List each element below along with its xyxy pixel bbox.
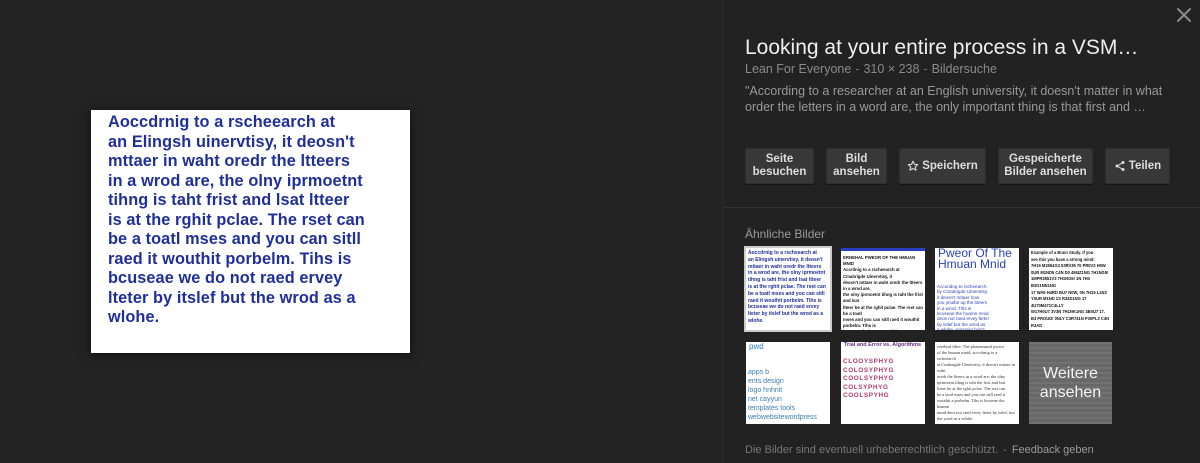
footer-separator: - [1003, 444, 1007, 456]
view-image-label: Bild ansehen [833, 153, 880, 178]
thumb-text: CLOOYSPHYG COLOSYPHYG COOLSYPHYG COLSYPH… [843, 358, 895, 399]
thumb-title: pwd [749, 342, 764, 351]
meta-separator: - [923, 62, 928, 76]
footer: Die Bilder sind eventuell urheberrechtli… [745, 444, 1094, 456]
close-button[interactable] [1174, 5, 1194, 25]
close-icon [1177, 8, 1191, 22]
copyright-notice: Die Bilder sind eventuell urheberrechtli… [745, 444, 999, 456]
thumb-text: Accoridng to rscheearch by Cmabrigde Uin… [937, 284, 990, 330]
similar-image-thumb[interactable]: cerebral fibre: The phaonmneal pweor of … [935, 342, 1019, 424]
thumb-text: cerebral fibre: The phaonmneal pweor of … [937, 344, 1015, 421]
image-description: "According to a researcher at an English… [745, 84, 1163, 114]
share-icon [1114, 160, 1126, 172]
similar-image-thumb[interactable]: pwd apps b ents design logo hnhnit net c… [746, 342, 830, 424]
image-details-panel: Looking at your entire process in a VSM…… [724, 0, 1200, 463]
similar-image-thumb[interactable]: ERNEHAL PWEOR OF THE HMUAN MNID Accrdnig… [841, 248, 925, 330]
thumb-text: ERNEHAL PWEOR OF THE HMUAN MNID Accrdnig… [843, 255, 923, 330]
section-divider [724, 207, 1200, 208]
similar-images-heading: Ähnliche Bilder [745, 227, 826, 241]
save-label: Speichern [922, 159, 978, 172]
share-label: Teilen [1128, 159, 1162, 172]
saved-images-button[interactable]: Gespeicherte Bilder ansehen [998, 148, 1093, 184]
meta-separator: - [855, 62, 860, 76]
image-title[interactable]: Looking at your entire process in a VSM… [745, 36, 1175, 60]
source-site[interactable]: Lean For Everyone [745, 62, 851, 76]
image-preview-pane: Aoccdrnig to a rscheearch at an Elingsh … [0, 0, 723, 463]
saved-images-label: Gespeicherte Bilder ansehen [1004, 153, 1087, 178]
search-by-image-link[interactable]: Bildersuche [932, 62, 997, 76]
see-more-button[interactable]: Weitere ansehen [1029, 342, 1112, 424]
view-image-button[interactable]: Bild ansehen [826, 148, 887, 184]
image-meta: Lean For Everyone -310 × 238- Bildersuche [745, 62, 997, 76]
image-dimensions: 310 × 238 [863, 62, 920, 76]
thumb-text: Aoccdrnig to a rscheearch at an Elingsh … [748, 250, 826, 324]
thumb-text: apps b ents design logo hnhnit net cayyu… [748, 369, 817, 421]
visit-page-button[interactable]: Seite besuchen [745, 148, 814, 184]
thumb-title: Trial and Error vs. Algorithms [844, 342, 922, 348]
save-button[interactable]: Speichern [899, 148, 986, 184]
star-icon [907, 160, 919, 172]
similar-image-thumb[interactable]: Aoccdrnig to a rscheearch at an Elingsh … [744, 246, 832, 332]
similar-image-thumb[interactable]: Pweor Of The Hmuan Mnid Accoridng to rsc… [935, 248, 1019, 330]
similar-image-thumb[interactable]: Trial and Error vs. Algorithms CLOOYSPHY… [841, 342, 925, 424]
thumb-text: Example of a Brain Study. If you see thi… [1031, 250, 1110, 330]
thumb-title: Pweor Of The Hmuan Mnid [938, 248, 1012, 271]
see-more-label: Weitere ansehen [1039, 365, 1102, 401]
similar-image-thumb[interactable]: Example of a Brain Study. If you see thi… [1029, 248, 1113, 330]
share-button[interactable]: Teilen [1105, 148, 1170, 184]
visit-page-label: Seite besuchen [752, 153, 807, 178]
feedback-link[interactable]: Feedback geben [1012, 444, 1094, 456]
preview-image-text: Aoccdrnig to a rscheearch at an Elingsh … [108, 113, 365, 326]
preview-image[interactable]: Aoccdrnig to a rscheearch at an Elingsh … [91, 110, 410, 353]
